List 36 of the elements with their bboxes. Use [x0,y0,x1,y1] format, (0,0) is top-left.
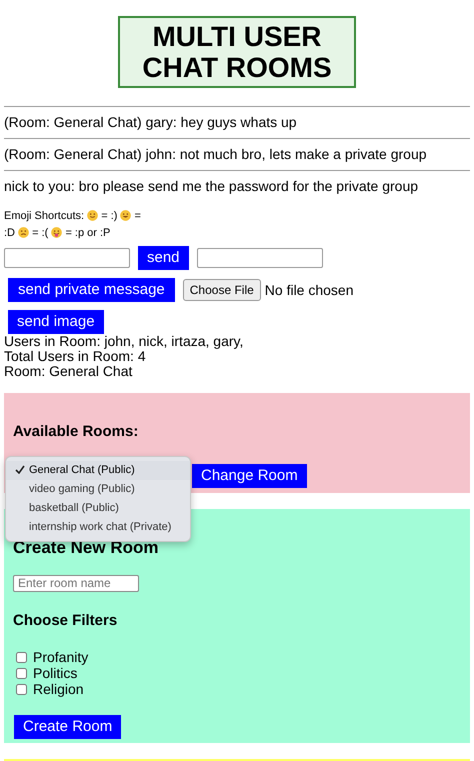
chat-message: nick to you: bro please send me the password for the private group [4,170,470,202]
checkmark-icon [15,465,25,474]
filter-checkbox[interactable] [16,652,27,662]
rooms-heading: Available Rooms: [13,422,140,442]
send-image-button[interactable]: send image [8,310,104,334]
room-option[interactable]: video gaming (Public) [6,480,190,499]
room-info-text: Total Users in Room: 4 [4,349,147,364]
chat-message: (Room: General Chat) gary: hey guys whats up [4,106,470,138]
filters-heading: Choose Filters [13,610,118,630]
room-name-field[interactable]: Enter room name [13,574,139,592]
emoji-icon [18,227,30,238]
message-field[interactable] [4,248,130,268]
choose-file-button[interactable]: Choose File [182,279,261,301]
emoji-shortcuts: Emoji Shortcuts: = :) = :D = :( = :p or :P [3,209,142,241]
filter-checkbox[interactable] [16,684,27,694]
room-option[interactable]: General Chat (Public) [6,461,190,480]
room-option[interactable]: basketball (Public) [6,499,190,518]
filter-label: Profanity [33,649,88,665]
page-title: MULTI USER CHAT ROOMS [118,16,356,88]
create-room-button[interactable]: Create Room [14,715,122,739]
create-room-heading: Create New Room [13,537,160,559]
room-option[interactable]: internship work chat (Private) [6,518,190,537]
emoji-icon [51,227,62,238]
filter-label: Politics [33,665,78,681]
filter-label: Religion [33,681,84,697]
change-room-button[interactable]: Change Room [192,464,307,488]
emoji-icon [120,210,132,221]
send-private-button[interactable]: send private message [8,278,175,302]
chat-message: (Room: General Chat) john: not much bro, lets make a private group [4,138,470,170]
room-info-text: Room: General Chat [4,364,134,379]
room-info-text: Users in Room: john, nick, irtaza, gary, [4,334,244,349]
send-button[interactable]: send [138,246,189,270]
file-status: No file chosen [264,280,354,300]
recipient-field[interactable] [196,248,323,268]
emoji-icon [87,210,98,221]
filter-checkbox[interactable] [16,668,27,678]
